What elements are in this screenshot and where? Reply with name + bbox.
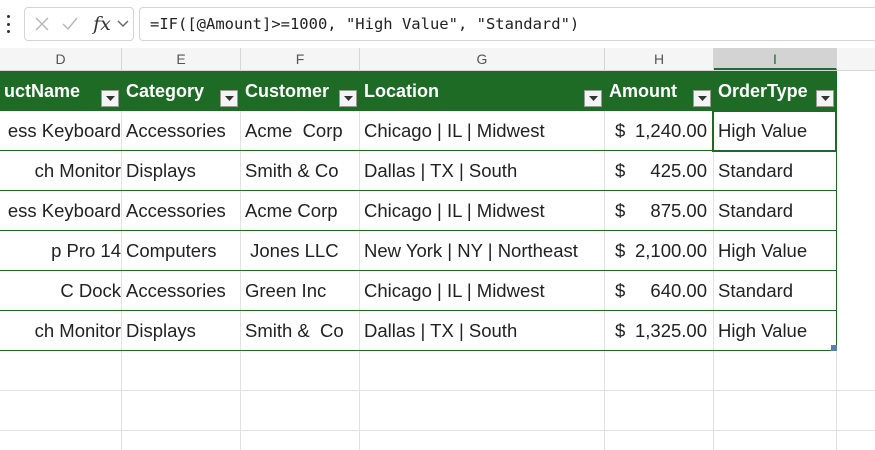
cell-location[interactable]: Chicago | IL | Midwest — [360, 191, 604, 231]
table-row-border — [0, 230, 837, 231]
column-headers: D E F G H I — [0, 48, 875, 71]
gridline — [0, 390, 875, 391]
cell-location[interactable]: Chicago | IL | Midwest — [360, 111, 604, 151]
cell-productname[interactable]: ess Keyboard — [0, 111, 121, 151]
gridline — [0, 430, 875, 431]
header-location[interactable]: Location — [360, 71, 605, 111]
amount-value: 1,325.00 — [634, 320, 707, 341]
currency-symbol: $ — [615, 240, 626, 261]
header-label: Category — [126, 81, 205, 101]
cell-category[interactable]: Accessories — [122, 271, 240, 311]
cell-amount[interactable]: $2,100.00 — [605, 231, 713, 271]
cell-customer[interactable]: Smith & Co — [241, 151, 359, 191]
check-icon[interactable] — [59, 8, 81, 40]
amount-value: 640.00 — [650, 280, 707, 301]
header-label: Amount — [609, 81, 677, 101]
cell-location[interactable]: Dallas | TX | South — [360, 151, 604, 191]
column-header-i[interactable]: I — [714, 48, 837, 70]
header-label: uctName — [4, 81, 81, 101]
amount-value: 2,100.00 — [634, 240, 707, 261]
currency-symbol: $ — [615, 160, 626, 181]
cell-category[interactable]: Accessories — [122, 111, 240, 151]
cell-customer[interactable]: Green Inc — [241, 271, 359, 311]
cell-productname[interactable]: ch Monitor — [0, 311, 121, 351]
column-header-next[interactable] — [837, 48, 875, 70]
currency-symbol: $ — [615, 200, 626, 221]
currency-symbol: $ — [615, 320, 626, 341]
filter-dropdown-icon[interactable] — [220, 90, 238, 107]
cell-amount[interactable]: $425.00 — [605, 151, 713, 191]
cell-location[interactable]: New York | NY | Northeast — [360, 231, 604, 271]
table-gridline — [240, 111, 241, 351]
amount-value: 1,240.00 — [634, 120, 707, 141]
table-gridline — [604, 111, 605, 351]
cell-productname[interactable]: p Pro 14 — [0, 231, 121, 271]
header-productname[interactable]: uctName — [0, 71, 122, 111]
active-cell-selection[interactable] — [712, 110, 837, 152]
formula-input[interactable]: =IF([@Amount]>=1000, "High Value", "Stan… — [139, 7, 875, 41]
cell-productname[interactable]: C Dock — [0, 271, 121, 311]
cell-amount[interactable]: $1,240.00 — [605, 111, 713, 151]
amount-value: 875.00 — [650, 200, 707, 221]
table-gridline — [359, 111, 360, 351]
cell-location[interactable]: Dallas | TX | South — [360, 311, 604, 351]
filter-dropdown-icon[interactable] — [693, 90, 711, 107]
filter-dropdown-icon[interactable] — [816, 90, 834, 107]
formula-bar: fx =IF([@Amount]>=1000, "High Value", "S… — [0, 0, 875, 48]
table-row-border — [0, 310, 837, 311]
column-header-f[interactable]: F — [241, 48, 360, 70]
formula-bar-controls: fx — [24, 7, 134, 41]
cell-productname[interactable]: ch Monitor — [0, 151, 121, 191]
cell-customer[interactable]: Acme Corp — [241, 191, 359, 231]
insert-function-button[interactable]: fx — [89, 8, 115, 40]
cancel-icon[interactable] — [31, 8, 53, 40]
filter-dropdown-icon[interactable] — [101, 90, 119, 107]
cell-productname[interactable]: ess Keyboard — [0, 191, 121, 231]
column-header-h[interactable]: H — [605, 48, 714, 70]
cell-category[interactable]: Accessories — [122, 191, 240, 231]
formula-bar-grip-icon[interactable] — [6, 15, 10, 33]
header-amount[interactable]: Amount — [605, 71, 714, 111]
cell-category[interactable]: Displays — [122, 311, 240, 351]
cell-ordertype[interactable]: Standard — [714, 151, 836, 191]
table-resize-handle[interactable] — [831, 345, 837, 351]
table-row-border — [0, 190, 837, 191]
cell-ordertype[interactable]: High Value — [714, 311, 836, 351]
cell-ordertype[interactable]: Standard — [714, 271, 836, 311]
cell-ordertype[interactable]: Standard — [714, 191, 836, 231]
column-header-g[interactable]: G — [360, 48, 605, 70]
cell-location[interactable]: Chicago | IL | Midwest — [360, 271, 604, 311]
currency-symbol: $ — [615, 120, 626, 141]
header-customer[interactable]: Customer — [241, 71, 360, 111]
currency-symbol: $ — [615, 280, 626, 301]
cell-amount[interactable]: $1,325.00 — [605, 311, 713, 351]
table-gridline — [121, 111, 122, 351]
cell-amount[interactable]: $875.00 — [605, 191, 713, 231]
header-label: OrderType — [718, 81, 808, 101]
cell-ordertype[interactable]: High Value — [714, 231, 836, 271]
worksheet-grid[interactable]: uctName Category Customer Location Amoun… — [0, 71, 875, 450]
table-row-border — [0, 270, 837, 271]
cell-category[interactable]: Computers — [122, 231, 240, 271]
cell-customer[interactable]: Jones LLC — [241, 231, 359, 271]
chevron-down-icon[interactable] — [115, 8, 131, 40]
table-row-border — [0, 350, 837, 351]
header-label: Customer — [245, 81, 330, 101]
header-ordertype[interactable]: OrderType — [714, 71, 837, 111]
column-header-d[interactable]: D — [0, 48, 122, 70]
amount-value: 425.00 — [650, 160, 707, 181]
cell-amount[interactable]: $640.00 — [605, 271, 713, 311]
header-label: Location — [364, 81, 439, 101]
filter-dropdown-icon[interactable] — [339, 90, 357, 107]
cell-category[interactable]: Displays — [122, 151, 240, 191]
cell-customer[interactable]: Acme Corp — [241, 111, 359, 151]
filter-dropdown-icon[interactable] — [584, 90, 602, 107]
header-category[interactable]: Category — [122, 71, 241, 111]
column-header-e[interactable]: E — [122, 48, 241, 70]
cell-customer[interactable]: Smith & Co — [241, 311, 359, 351]
